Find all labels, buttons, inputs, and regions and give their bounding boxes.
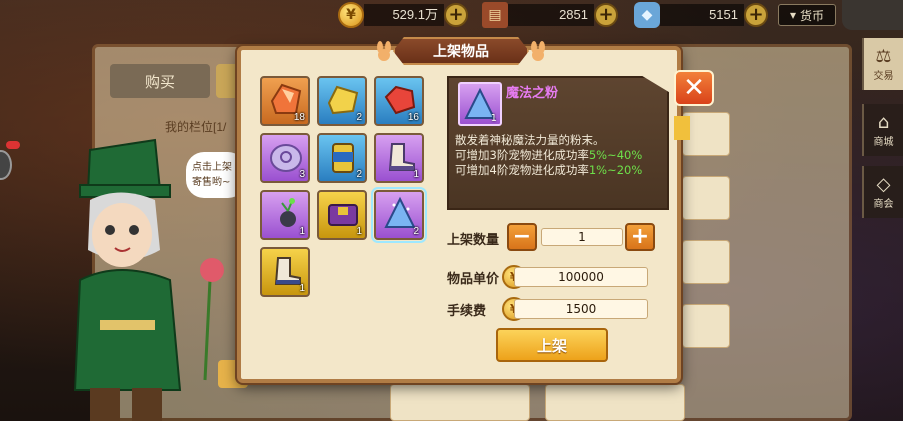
item-name: 魔法之粉 xyxy=(506,86,559,101)
side-tab-guild[interactable]: ◇ 商会 xyxy=(862,166,903,218)
background-slot xyxy=(682,240,730,284)
inventory-slot-yellow-crystal[interactable]: 2 xyxy=(317,76,367,126)
desc-highlight: 1%~20% xyxy=(588,163,643,177)
item-count: 1 xyxy=(299,283,305,294)
notification-badge xyxy=(6,141,20,149)
inventory-slot-orange-crystal[interactable]: 18 xyxy=(260,76,310,126)
price-label: 物品单价 xyxy=(447,272,500,287)
gold-coin-icon: ¥ xyxy=(338,2,364,28)
scale-icon: ⚖ xyxy=(875,45,892,67)
add-crystal-button[interactable]: + xyxy=(744,3,768,27)
dialog-title: 上架物品 xyxy=(393,37,529,65)
quantity-decrease-button[interactable]: − xyxy=(507,223,537,251)
inventory-slot-red-crystal[interactable]: 16 xyxy=(374,76,424,126)
side-tab-label: 交易 xyxy=(873,70,894,82)
item-description: 散发着神秘魔法力量的粉末。 可增加3阶宠物进化成功率5%~40% 可增加4阶宠物… xyxy=(455,133,660,178)
item-count: 1 xyxy=(413,169,419,180)
gold-currency: ¥ 529.1万 + xyxy=(338,2,468,28)
item-count: 2 xyxy=(356,169,362,180)
gold-amount: 529.1万 xyxy=(364,4,444,26)
inventory-slot-rune-stone[interactable]: 3 xyxy=(260,133,310,183)
item-count: 2 xyxy=(413,226,419,237)
background-slot xyxy=(545,384,685,421)
item-desc-line2: 可增加4阶宠物进化成功率1%~20% xyxy=(455,163,660,178)
crystal-currency: ◆ 5151 + xyxy=(634,2,768,28)
item-count: 1 xyxy=(356,226,362,237)
item-count: 16 xyxy=(407,112,419,123)
tab-buy[interactable]: 购买 xyxy=(110,64,210,98)
side-tab-shop[interactable]: ⌂ 商城 xyxy=(862,104,903,156)
item-count: 2 xyxy=(356,112,362,123)
close-button[interactable]: ✕ xyxy=(674,70,714,106)
bookmark-flag xyxy=(674,116,690,140)
scroll-currency: ▤ 2851 + xyxy=(482,2,618,28)
inventory-slot-boot[interactable]: 1 xyxy=(374,133,424,183)
rabbit-icon xyxy=(531,41,545,61)
diamond-icon: ◇ xyxy=(876,173,891,195)
item-count: 18 xyxy=(293,112,305,123)
quantity-input[interactable]: 1 xyxy=(541,228,623,246)
fee-value: 1500 xyxy=(514,299,648,319)
side-tab-label: 商会 xyxy=(873,198,894,210)
magic-powder-icon: 1 xyxy=(458,82,502,126)
side-tab-label: 商城 xyxy=(873,136,894,148)
side-tab-trade[interactable]: ⚖ 交易 xyxy=(862,38,903,90)
item-count: 1 xyxy=(490,113,497,124)
shop-icon: ⌂ xyxy=(877,111,890,133)
background-slot xyxy=(682,304,730,348)
desc-text: 可增加4阶宠物进化成功率 xyxy=(455,163,589,177)
crystal-icon: ◆ xyxy=(634,2,660,28)
item-desc-line1: 可增加3阶宠物进化成功率5%~40% xyxy=(455,148,660,163)
quantity-increase-button[interactable]: + xyxy=(625,223,655,251)
rabbit-icon xyxy=(377,41,391,61)
inventory-slot-purple-belt[interactable]: 1 xyxy=(317,190,367,240)
add-gold-button[interactable]: + xyxy=(444,3,468,27)
item-count: 1 xyxy=(299,226,305,237)
chevron-down-icon: ▾ xyxy=(789,8,796,22)
item-count: 3 xyxy=(299,169,305,180)
background-slot xyxy=(682,176,730,220)
npc-character xyxy=(73,138,224,421)
background-slot xyxy=(390,384,530,421)
inventory-slot-tin-can[interactable]: 2 xyxy=(317,133,367,183)
scroll-amount: 2851 xyxy=(508,4,594,26)
inventory-slot-gold-boot[interactable]: 1 xyxy=(260,247,310,297)
inventory-slot-magic-powder[interactable]: 2 xyxy=(371,187,427,243)
desc-highlight: 5%~40% xyxy=(588,148,643,162)
add-scroll-button[interactable]: + xyxy=(594,3,618,27)
crystal-amount: 5151 xyxy=(660,4,744,26)
quantity-label: 上架数量 xyxy=(447,233,500,248)
top-close-area[interactable] xyxy=(842,0,903,30)
fee-label: 手续费 xyxy=(447,304,487,319)
item-desc-intro: 散发着神秘魔法力量的粉末。 xyxy=(455,133,605,147)
currency-dropdown-label: 货币 xyxy=(800,8,825,23)
dialog-title-banner: 上架物品 xyxy=(371,37,551,65)
scroll-icon: ▤ xyxy=(482,2,508,28)
inventory-slot-flower-seed[interactable]: 1 xyxy=(260,190,310,240)
unit-price-input[interactable]: 100000 xyxy=(514,267,648,287)
currency-dropdown[interactable]: ▾ 货币 xyxy=(778,4,836,26)
list-item-button[interactable]: 上架 xyxy=(496,328,608,362)
desc-text: 可增加3阶宠物进化成功率 xyxy=(455,148,589,162)
